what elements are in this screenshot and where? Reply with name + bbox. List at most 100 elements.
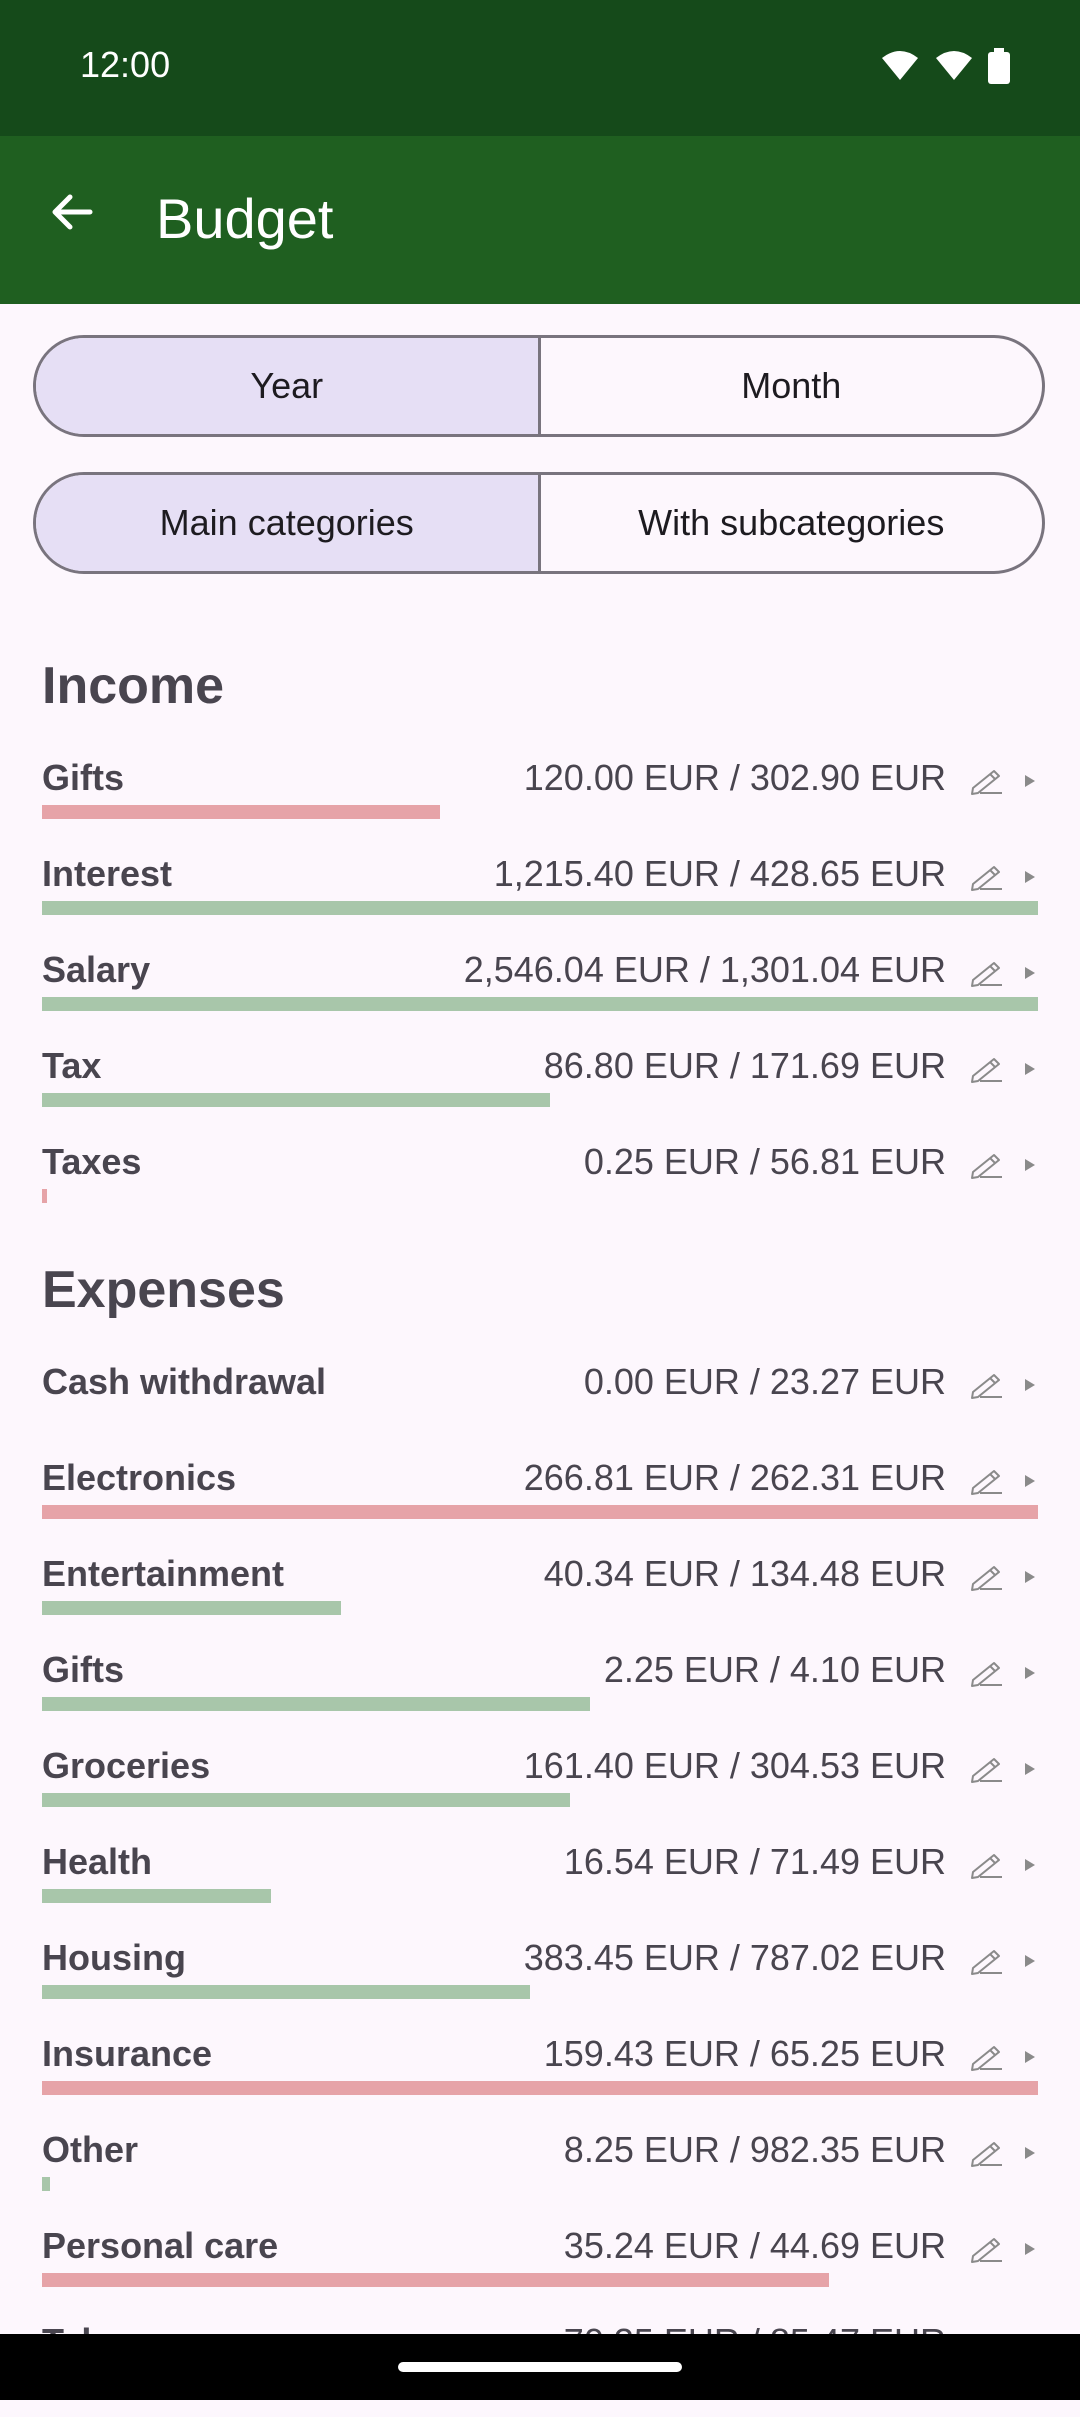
progress-bar xyxy=(42,2273,829,2287)
budget-amount: 16.54 EUR / 71.49 EUR xyxy=(563,1841,946,1882)
budget-row[interactable]: Gifts 120.00 EUR / 302.90 EUR xyxy=(0,757,1080,853)
budget-row[interactable]: Groceries 161.40 EUR / 304.53 EUR xyxy=(0,1745,1080,1841)
budget-amount: 161.40 EUR / 304.53 EUR xyxy=(523,1745,946,1786)
budget-amount: 35.24 EUR / 44.69 EUR xyxy=(563,2225,946,2266)
edit-icon[interactable] xyxy=(968,1145,1006,1183)
expenses-section-title: Expenses xyxy=(42,1261,285,1319)
budget-row[interactable]: Electronics 266.81 EUR / 262.31 EUR xyxy=(0,1457,1080,1553)
edit-icon[interactable] xyxy=(968,2133,1006,2171)
app-bar: Budget xyxy=(0,136,1080,304)
expand-arrow-icon[interactable] xyxy=(1022,2049,1038,2065)
budget-row[interactable]: Gifts 2.25 EUR / 4.10 EUR xyxy=(0,1649,1080,1745)
edit-icon[interactable] xyxy=(968,2037,1006,2075)
budget-amount: 383.45 EUR / 787.02 EUR xyxy=(523,1937,946,1978)
edit-icon[interactable] xyxy=(968,953,1006,991)
edit-icon[interactable] xyxy=(968,1049,1006,1087)
expand-arrow-icon[interactable] xyxy=(1022,2241,1038,2257)
battery-icon xyxy=(988,48,1010,84)
budget-row[interactable]: Entertainment 40.34 EUR / 134.48 EUR xyxy=(0,1553,1080,1649)
budget-amount: 8.25 EUR / 982.35 EUR xyxy=(563,2129,946,2170)
budget-amount: 159.43 EUR / 65.25 EUR xyxy=(543,2033,946,2074)
home-handle[interactable] xyxy=(398,2362,682,2372)
budget-row[interactable]: Salary 2,546.04 EUR / 1,301.04 EUR xyxy=(0,949,1080,1045)
segment-with-subcategories[interactable]: With subcategories xyxy=(537,475,1043,571)
category-label: Gifts xyxy=(42,1649,125,1690)
progress-bar xyxy=(42,1505,1038,1519)
status-icons xyxy=(880,48,1010,84)
status-time: 12:00 xyxy=(80,44,171,85)
progress-bar xyxy=(42,1985,530,1999)
budget-amount: 1,215.40 EUR / 428.65 EUR xyxy=(493,853,946,894)
expand-arrow-icon[interactable] xyxy=(1022,1953,1038,1969)
category-label: Cash withdrawal xyxy=(42,1361,327,1402)
segment-month[interactable]: Month xyxy=(537,338,1043,434)
category-label: Health xyxy=(42,1841,153,1882)
expand-arrow-icon[interactable] xyxy=(1022,1665,1038,1681)
edit-icon[interactable] xyxy=(968,1557,1006,1595)
category-label: Electronics xyxy=(42,1457,237,1498)
expand-arrow-icon[interactable] xyxy=(1022,1473,1038,1489)
category-label: Entertainment xyxy=(42,1553,285,1594)
progress-bar xyxy=(42,901,1038,915)
edit-icon[interactable] xyxy=(968,1845,1006,1883)
segment-main-categories[interactable]: Main categories xyxy=(36,475,538,571)
segment-year[interactable]: Year xyxy=(36,338,538,434)
budget-row[interactable]: Health 16.54 EUR / 71.49 EUR xyxy=(0,1841,1080,1937)
edit-icon[interactable] xyxy=(968,1461,1006,1499)
budget-row[interactable]: Taxes 0.25 EUR / 56.81 EUR xyxy=(0,1141,1080,1237)
income-section-title: Income xyxy=(42,657,225,715)
budget-amount: 2.25 EUR / 4.10 EUR xyxy=(603,1649,946,1690)
budget-row[interactable]: Cash withdrawal 0.00 EUR / 23.27 EUR xyxy=(0,1361,1080,1457)
progress-bar xyxy=(42,1601,341,1615)
budget-amount: 0.00 EUR / 23.27 EUR xyxy=(583,1361,946,1402)
category-label: Other xyxy=(42,2129,139,2170)
category-toggle: Main categories With subcategories xyxy=(33,472,1045,574)
edit-icon[interactable] xyxy=(968,1749,1006,1787)
budget-amount: 0.25 EUR / 56.81 EUR xyxy=(583,1141,946,1182)
category-label: Tax xyxy=(42,1045,102,1086)
progress-bar xyxy=(42,1793,570,1807)
navigation-bar xyxy=(0,2334,1080,2400)
wifi-icon xyxy=(882,51,918,80)
status-bar: 12:00 xyxy=(0,0,1080,136)
expand-arrow-icon[interactable] xyxy=(1022,1761,1038,1777)
progress-bar xyxy=(42,997,1038,1011)
budget-row[interactable]: Housing 383.45 EUR / 787.02 EUR xyxy=(0,1937,1080,2033)
budget-row[interactable]: Other 8.25 EUR / 982.35 EUR xyxy=(0,2129,1080,2225)
category-label: Interest xyxy=(42,853,173,894)
progress-bar xyxy=(42,1697,590,1711)
expand-arrow-icon[interactable] xyxy=(1022,773,1038,789)
edit-icon[interactable] xyxy=(968,1941,1006,1979)
expand-arrow-icon[interactable] xyxy=(1022,2145,1038,2161)
expand-arrow-icon[interactable] xyxy=(1022,1569,1038,1585)
progress-bar xyxy=(42,805,440,819)
budget-amount: 40.34 EUR / 134.48 EUR xyxy=(543,1553,946,1594)
category-label: Housing xyxy=(42,1937,186,1978)
expand-arrow-icon[interactable] xyxy=(1022,1377,1038,1393)
expand-arrow-icon[interactable] xyxy=(1022,1061,1038,1077)
budget-amount: 2,546.04 EUR / 1,301.04 EUR xyxy=(463,949,946,990)
category-label: Insurance xyxy=(42,2033,213,2074)
wifi-icon xyxy=(936,51,972,80)
expand-arrow-icon[interactable] xyxy=(1022,869,1038,885)
progress-bar xyxy=(42,2081,1038,2095)
edit-icon[interactable] xyxy=(968,761,1006,799)
progress-bar xyxy=(42,2177,50,2191)
edit-icon[interactable] xyxy=(968,1365,1006,1403)
budget-row[interactable]: Insurance 159.43 EUR / 65.25 EUR xyxy=(0,2033,1080,2129)
progress-bar xyxy=(42,1889,271,1903)
expand-arrow-icon[interactable] xyxy=(1022,965,1038,981)
category-label: Gifts xyxy=(42,757,125,798)
period-toggle: Year Month xyxy=(33,335,1045,437)
back-button[interactable] xyxy=(40,180,104,244)
page-title: Budget xyxy=(156,187,334,250)
expand-arrow-icon[interactable] xyxy=(1022,1157,1038,1173)
expand-arrow-icon[interactable] xyxy=(1022,1857,1038,1873)
budget-row[interactable]: Interest 1,215.40 EUR / 428.65 EUR xyxy=(0,853,1080,949)
budget-row[interactable]: Personal care 35.24 EUR / 44.69 EUR xyxy=(0,2225,1080,2321)
budget-row[interactable]: Tax 86.80 EUR / 171.69 EUR xyxy=(0,1045,1080,1141)
edit-icon[interactable] xyxy=(968,857,1006,895)
edit-icon[interactable] xyxy=(968,1653,1006,1691)
budget-amount: 86.80 EUR / 171.69 EUR xyxy=(543,1045,946,1086)
edit-icon[interactable] xyxy=(968,2229,1006,2267)
